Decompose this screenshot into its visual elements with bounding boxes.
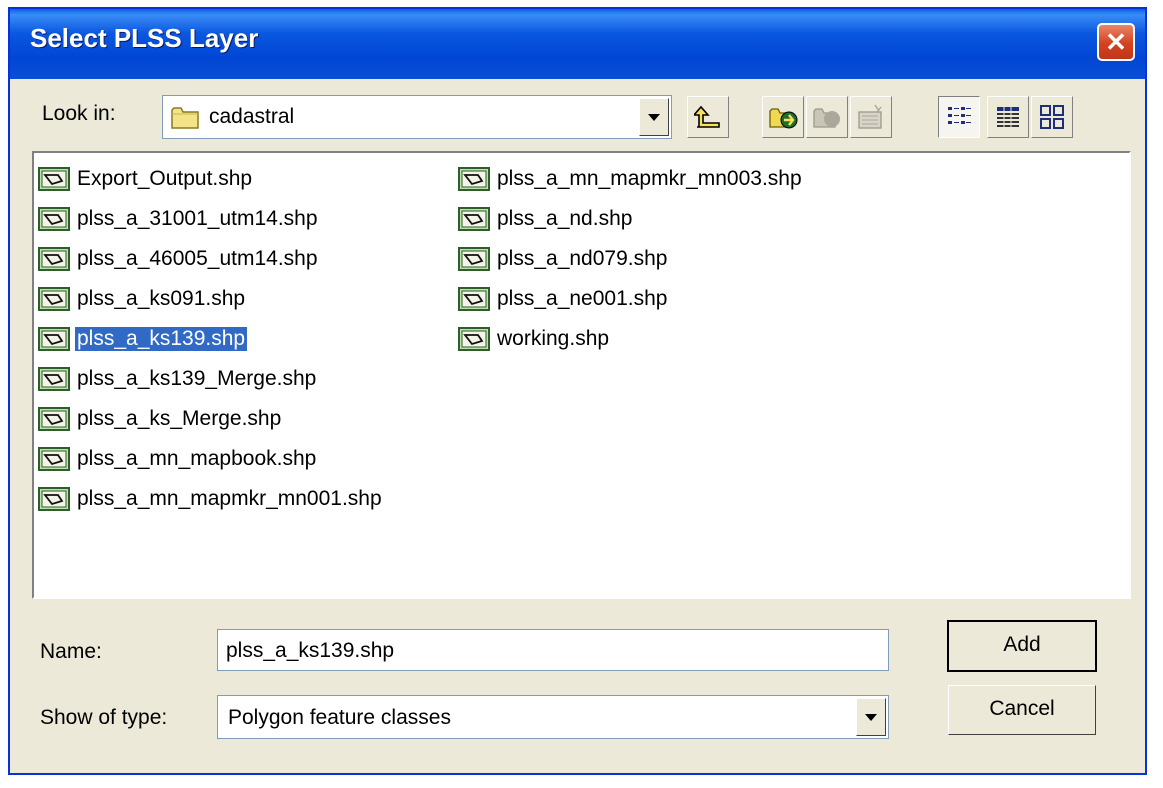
file-name: plss_a_mn_mapbook.shp xyxy=(77,447,317,470)
polygon-shapefile-icon xyxy=(38,367,70,397)
file-list-item[interactable]: plss_a_mn_mapbook.shp xyxy=(38,443,438,475)
file-list-item[interactable]: plss_a_ks139.shp xyxy=(38,323,438,355)
file-name: plss_a_46005_utm14.shp xyxy=(77,247,318,270)
view-properties-button[interactable] xyxy=(850,96,892,138)
show-of-type-dropdown-button[interactable] xyxy=(856,698,886,736)
look-in-value: cadastral xyxy=(209,105,295,128)
cancel-button[interactable]: Cancel xyxy=(948,685,1096,735)
select-plss-layer-dialog: Select PLSS Layer ✕ Look in: cadastral E… xyxy=(8,7,1147,775)
folder-icon xyxy=(171,105,199,134)
polygon-shapefile-icon xyxy=(38,287,70,317)
file-list-item[interactable]: Export_Output.shp xyxy=(38,163,438,195)
list-view-button[interactable] xyxy=(938,96,980,138)
polygon-shapefile-icon xyxy=(38,207,70,237)
file-name: plss_a_ks091.shp xyxy=(77,287,246,310)
polygon-shapefile-icon xyxy=(458,287,490,317)
title-bar[interactable]: Select PLSS Layer ✕ xyxy=(10,9,1145,79)
close-icon: ✕ xyxy=(1105,27,1127,57)
file-name: working.shp xyxy=(497,327,610,350)
file-name: plss_a_nd079.shp xyxy=(497,247,668,270)
polygon-shapefile-icon xyxy=(458,327,490,357)
file-name: plss_a_31001_utm14.shp xyxy=(77,207,318,230)
polygon-shapefile-icon xyxy=(38,247,70,277)
show-of-type-label: Show of type: xyxy=(40,706,168,729)
file-list-item[interactable]: plss_a_nd.shp xyxy=(458,203,858,235)
disconnect-folder-button[interactable] xyxy=(806,96,848,138)
close-button[interactable]: ✕ xyxy=(1097,23,1135,61)
file-list-item[interactable]: plss_a_ks091.shp xyxy=(38,283,438,315)
look-in-label: Look in: xyxy=(42,102,116,125)
add-button[interactable]: Add xyxy=(947,620,1097,672)
file-name: plss_a_mn_mapmkr_mn001.shp xyxy=(77,487,382,510)
file-list-item[interactable]: plss_a_ne001.shp xyxy=(458,283,858,315)
look-in-dropdown[interactable]: cadastral xyxy=(162,95,672,139)
polygon-shapefile-icon xyxy=(458,207,490,237)
polygon-shapefile-icon xyxy=(458,167,490,197)
file-name: Export_Output.shp xyxy=(77,167,253,190)
file-name: plss_a_mn_mapmkr_mn003.shp xyxy=(497,167,802,190)
polygon-shapefile-icon xyxy=(38,167,70,197)
file-list-item[interactable]: plss_a_46005_utm14.shp xyxy=(38,243,438,275)
polygon-shapefile-icon xyxy=(38,447,70,477)
file-list-item[interactable]: plss_a_ks_Merge.shp xyxy=(38,403,438,435)
name-input-value: plss_a_ks139.shp xyxy=(226,639,395,662)
polygon-shapefile-icon xyxy=(38,487,70,517)
dialog-title: Select PLSS Layer xyxy=(30,23,259,53)
polygon-shapefile-icon xyxy=(38,327,70,357)
file-list-item[interactable]: plss_a_mn_mapmkr_mn001.shp xyxy=(38,483,438,515)
polygon-shapefile-icon xyxy=(38,407,70,437)
file-name: plss_a_nd.shp xyxy=(497,207,633,230)
name-input[interactable]: plss_a_ks139.shp xyxy=(217,629,889,671)
file-list-item[interactable]: plss_a_mn_mapmkr_mn003.shp xyxy=(458,163,858,195)
file-name: plss_a_ks_Merge.shp xyxy=(77,407,282,430)
file-list-item[interactable]: plss_a_nd079.shp xyxy=(458,243,858,275)
details-view-button[interactable] xyxy=(987,96,1029,138)
show-of-type-dropdown[interactable]: Polygon feature classes xyxy=(217,695,889,739)
polygon-shapefile-icon xyxy=(458,247,490,277)
file-list-item[interactable]: working.shp xyxy=(458,323,858,355)
show-of-type-value: Polygon feature classes xyxy=(228,706,451,729)
file-name: plss_a_ks139.shp xyxy=(73,326,249,352)
name-label: Name: xyxy=(40,640,102,663)
file-name: plss_a_ne001.shp xyxy=(497,287,668,310)
up-one-level-button[interactable] xyxy=(687,96,729,138)
file-list-item[interactable]: plss_a_ks139_Merge.shp xyxy=(38,363,438,395)
look-in-dropdown-button[interactable] xyxy=(639,98,669,136)
file-list[interactable]: Export_Output.shp plss_a_31001_utm14.shp p… xyxy=(32,151,1131,599)
connect-to-folder-button[interactable] xyxy=(762,96,804,138)
thumbnails-view-button[interactable] xyxy=(1031,96,1073,138)
file-name: plss_a_ks139_Merge.shp xyxy=(77,367,317,390)
file-list-item[interactable]: plss_a_31001_utm14.shp xyxy=(38,203,438,235)
